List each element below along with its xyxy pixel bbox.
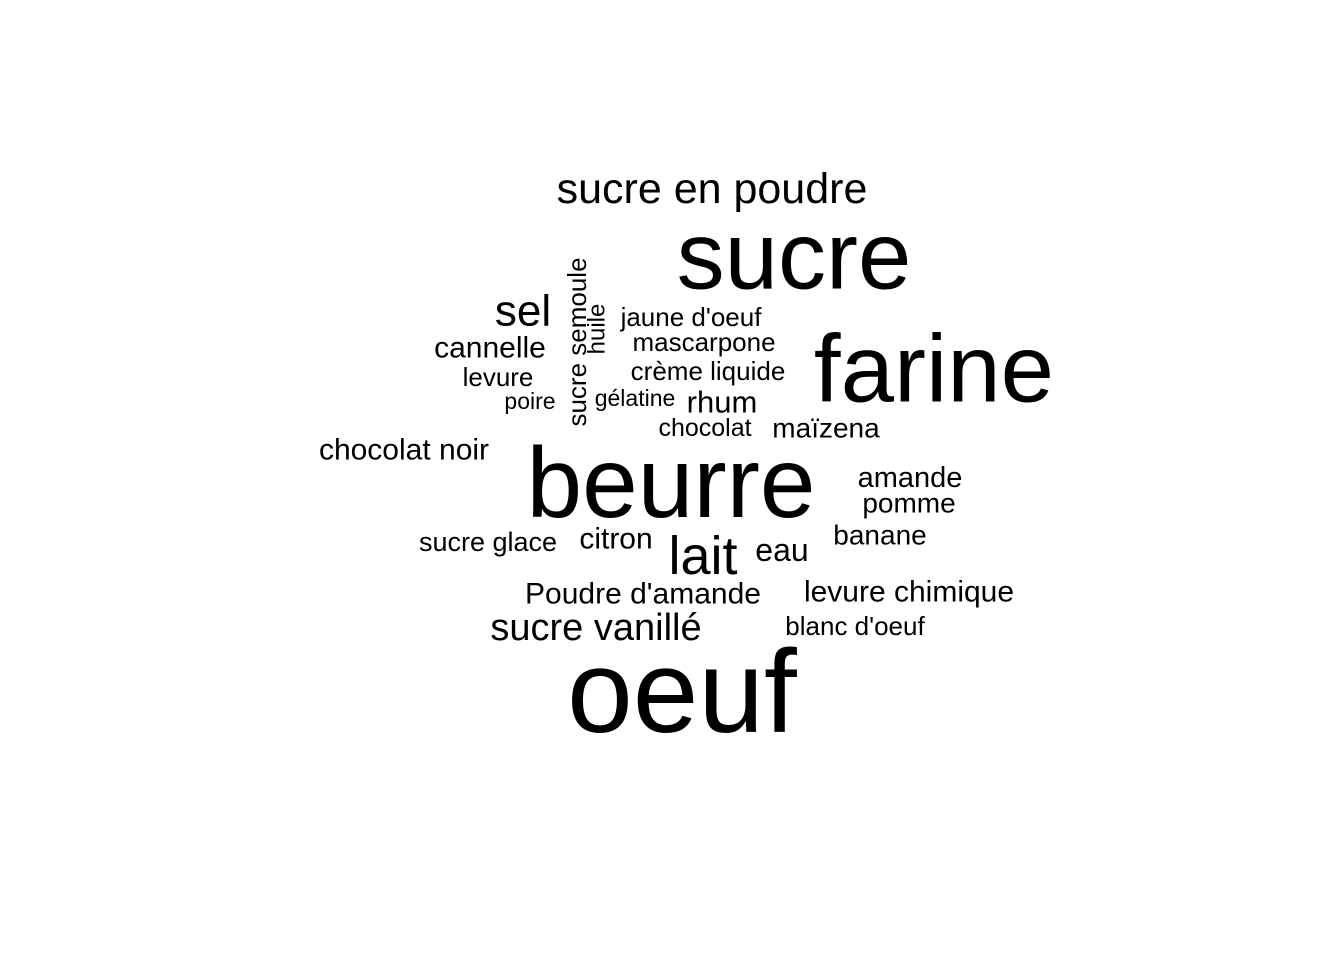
word-creme-liquide: crème liquide — [631, 356, 786, 386]
word-farine: farine — [814, 316, 1054, 423]
word-jaune-doeuf: jaune d'oeuf — [620, 302, 763, 332]
word-poire: poire — [504, 388, 555, 414]
word-eau: eau — [755, 532, 808, 568]
word-huile: huile — [584, 304, 611, 355]
word-cloud: oeuf beurre farine sucre sucre en poudre… — [319, 165, 1054, 758]
word-beurre: beurre — [526, 427, 815, 539]
word-chocolat: chocolat — [658, 414, 751, 442]
word-sucre-vanille: sucre vanillé — [490, 607, 701, 649]
word-sucre-glace: sucre glace — [419, 527, 557, 557]
word-poudre-damande: Poudre d'amande — [525, 578, 761, 611]
word-gelatine: gélatine — [595, 385, 676, 411]
word-maizena: maïzena — [772, 413, 880, 444]
word-banane: banane — [833, 520, 926, 551]
word-cannelle: cannelle — [434, 332, 546, 365]
word-pomme: pomme — [862, 488, 955, 519]
word-levure-chimique: levure chimique — [804, 576, 1014, 609]
word-citron: citron — [579, 523, 652, 556]
word-blanc-doeuf: blanc d'oeuf — [785, 611, 925, 641]
word-sel: sel — [495, 287, 551, 336]
word-chocolat-noir: chocolat noir — [319, 434, 489, 467]
word-sucre-en-poudre: sucre en poudre — [557, 165, 868, 213]
word-sucre: sucre — [677, 203, 912, 310]
